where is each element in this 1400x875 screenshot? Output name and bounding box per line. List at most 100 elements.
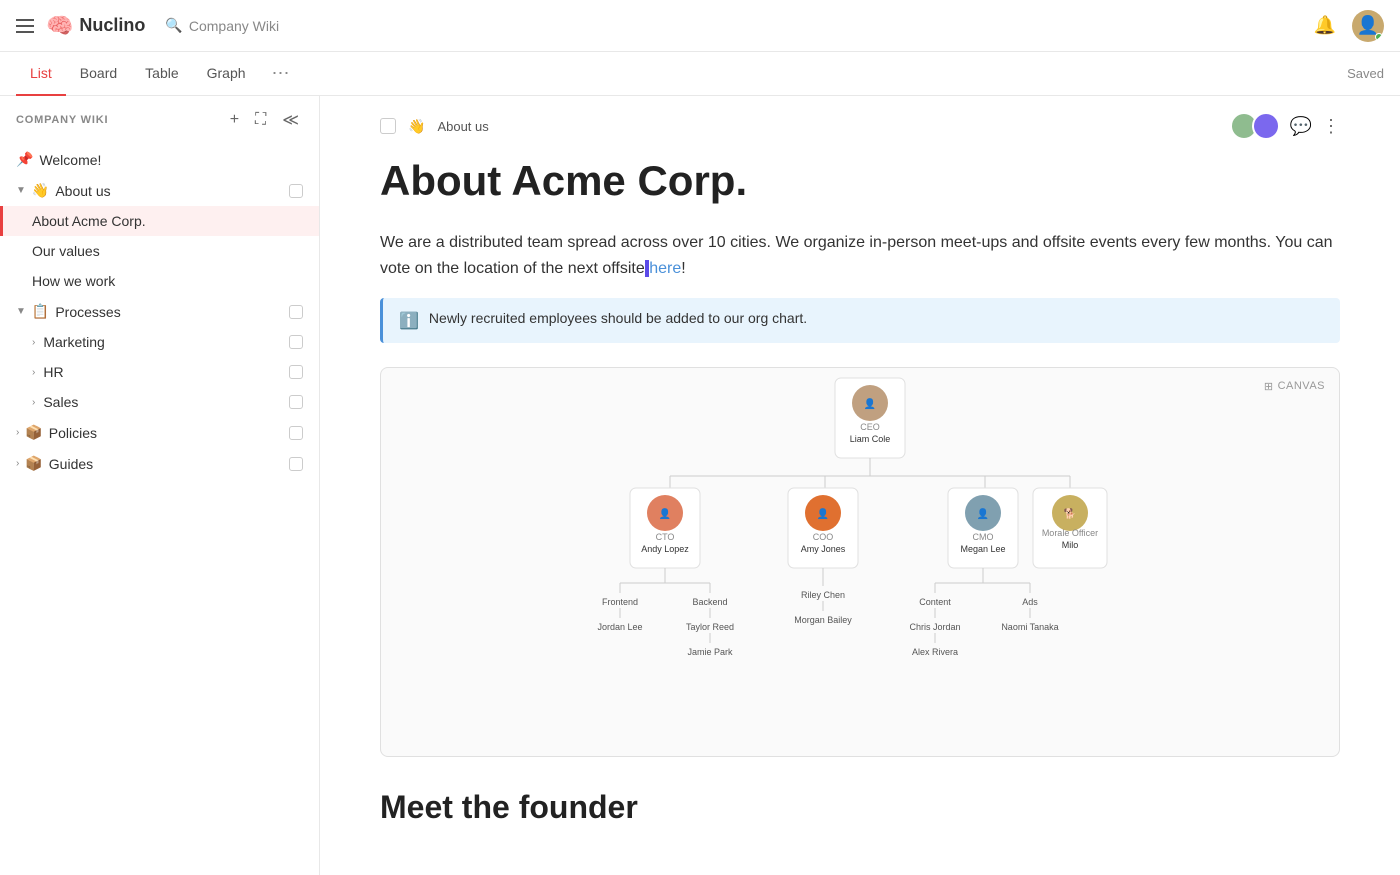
marketing-label: Marketing — [43, 334, 283, 350]
svg-text:👤: 👤 — [864, 397, 876, 410]
info-icon: ℹ️ — [399, 311, 419, 331]
tab-graph[interactable]: Graph — [193, 52, 260, 96]
svg-text:Ads: Ads — [1022, 597, 1038, 607]
our-values-label: Our values — [32, 243, 303, 259]
sidebar-item-our-values[interactable]: Our values — [0, 236, 319, 266]
page-title: About Acme Corp. — [380, 156, 1340, 206]
guides-label: Guides — [49, 456, 283, 472]
logo-area: 🧠 Nuclino — [46, 13, 145, 39]
svg-text:🐕: 🐕 — [1064, 507, 1076, 520]
tab-list[interactable]: List — [16, 52, 66, 96]
chevron-right-icon-hr: › — [32, 367, 35, 378]
svg-text:Chris Jordan: Chris Jordan — [909, 622, 960, 632]
welcome-pin-icon: 📌 — [16, 151, 33, 168]
policies-emoji: 📦 — [25, 424, 42, 441]
svg-text:👤: 👤 — [977, 507, 989, 520]
expand-button[interactable]: ⛶ — [251, 109, 270, 131]
add-item-button[interactable]: + — [226, 109, 243, 131]
comment-icon[interactable]: 💬 — [1290, 116, 1312, 137]
sidebar-group-guides[interactable]: › 📦 Guides — [0, 448, 319, 479]
policies-checkbox[interactable] — [289, 426, 303, 440]
collaborator-avatars — [1230, 112, 1280, 140]
guides-checkbox[interactable] — [289, 457, 303, 471]
chevron-right-icon-guides: › — [16, 458, 19, 469]
sidebar-item-about-acme[interactable]: About Acme Corp. — [0, 206, 319, 236]
canvas-label: ⊞ CANVAS — [1264, 380, 1325, 393]
content-header: 👋 About us 💬 ⋮ — [320, 96, 1400, 140]
more-tabs-button[interactable]: ⋯ — [264, 59, 298, 88]
user-avatar[interactable]: 👤 — [1352, 10, 1384, 42]
processes-emoji: 📋 — [32, 303, 49, 320]
svg-text:Taylor Reed: Taylor Reed — [686, 622, 734, 632]
sidebar: COMPANY WIKI + ⛶ ≪ 📌 Welcome! ▼ 👋 About … — [0, 96, 320, 875]
about-acme-label: About Acme Corp. — [32, 213, 303, 229]
policies-label: Policies — [49, 425, 283, 441]
org-chart-svg: 👤 CEO Liam Cole 👤 CTO Andy Lopez — [381, 368, 1339, 728]
breadcrumb-text: About us — [437, 119, 488, 134]
more-options-icon[interactable]: ⋮ — [1322, 116, 1340, 137]
svg-text:Morale Officer: Morale Officer — [1042, 528, 1098, 538]
content-area: 👋 About us 💬 ⋮ About Acme Corp. We are a… — [320, 96, 1400, 875]
sidebar-item-welcome[interactable]: 📌 Welcome! — [0, 144, 319, 175]
sidebar-item-how-we-work[interactable]: How we work — [0, 266, 319, 296]
tabbar: List Board Table Graph ⋯ Saved — [0, 52, 1400, 96]
about-us-checkbox[interactable] — [289, 184, 303, 198]
sidebar-item-label: Welcome! — [39, 152, 303, 168]
collapse-sidebar-button[interactable]: ≪ — [278, 108, 303, 132]
logo-icon: 🧠 — [46, 13, 73, 39]
svg-text:Riley Chen: Riley Chen — [801, 590, 845, 600]
svg-text:Content: Content — [919, 597, 951, 607]
svg-text:Jordan Lee: Jordan Lee — [597, 622, 642, 632]
svg-text:Amy Jones: Amy Jones — [801, 544, 846, 554]
search-icon: 🔍 — [165, 17, 182, 34]
canvas-icon: ⊞ — [1264, 380, 1274, 393]
tab-board[interactable]: Board — [66, 52, 131, 96]
about-us-label: About us — [55, 183, 283, 199]
tab-table[interactable]: Table — [131, 52, 192, 96]
chevron-right-icon-sales: › — [32, 397, 35, 408]
search-placeholder: Company Wiki — [189, 18, 279, 34]
sidebar-group-about-us[interactable]: ▼ 👋 About us — [0, 175, 319, 206]
svg-text:Frontend: Frontend — [602, 597, 638, 607]
svg-text:COO: COO — [813, 532, 834, 542]
svg-text:CTO: CTO — [656, 532, 675, 542]
svg-text:Alex Rivera: Alex Rivera — [912, 647, 958, 657]
sidebar-item-marketing[interactable]: › Marketing — [0, 327, 319, 357]
how-we-work-label: How we work — [32, 273, 303, 289]
about-us-emoji: 👋 — [32, 182, 49, 199]
body-paragraph: We are a distributed team spread across … — [380, 230, 1340, 281]
svg-text:Liam Cole: Liam Cole — [850, 434, 891, 444]
chevron-down-icon: ▼ — [16, 185, 26, 196]
svg-text:CMO: CMO — [973, 532, 994, 542]
svg-text:CEO: CEO — [860, 422, 880, 432]
processes-label: Processes — [55, 304, 283, 320]
section-heading: Meet the founder — [380, 789, 1340, 826]
search-area[interactable]: 🔍 Company Wiki — [165, 17, 279, 34]
sales-checkbox[interactable] — [289, 395, 303, 409]
collab-avatar-2 — [1252, 112, 1280, 140]
processes-checkbox[interactable] — [289, 305, 303, 319]
content-header-right: 💬 ⋮ — [1230, 112, 1340, 140]
here-link[interactable]: here — [649, 260, 681, 277]
sidebar-group-policies[interactable]: › 📦 Policies — [0, 417, 319, 448]
chevron-right-icon-marketing: › — [32, 337, 35, 348]
hr-label: HR — [43, 364, 283, 380]
svg-text:Milo: Milo — [1062, 540, 1079, 550]
sales-label: Sales — [43, 394, 283, 410]
marketing-checkbox[interactable] — [289, 335, 303, 349]
main-layout: COMPANY WIKI + ⛶ ≪ 📌 Welcome! ▼ 👋 About … — [0, 96, 1400, 875]
online-dot — [1375, 33, 1383, 41]
topbar: 🧠 Nuclino 🔍 Company Wiki 🔔 👤 — [0, 0, 1400, 52]
sidebar-title: COMPANY WIKI — [16, 114, 218, 126]
sidebar-item-hr[interactable]: › HR — [0, 357, 319, 387]
notification-bell-icon[interactable]: 🔔 — [1314, 15, 1336, 36]
sidebar-item-sales[interactable]: › Sales — [0, 387, 319, 417]
chevron-right-icon-policies: › — [16, 427, 19, 438]
svg-text:Morgan Bailey: Morgan Bailey — [794, 615, 852, 625]
hr-checkbox[interactable] — [289, 365, 303, 379]
sidebar-group-processes[interactable]: ▼ 📋 Processes — [0, 296, 319, 327]
topbar-right: 🔔 👤 — [1314, 10, 1384, 42]
menu-button[interactable] — [16, 19, 34, 33]
page-checkbox[interactable] — [380, 118, 396, 134]
svg-text:Backend: Backend — [692, 597, 727, 607]
